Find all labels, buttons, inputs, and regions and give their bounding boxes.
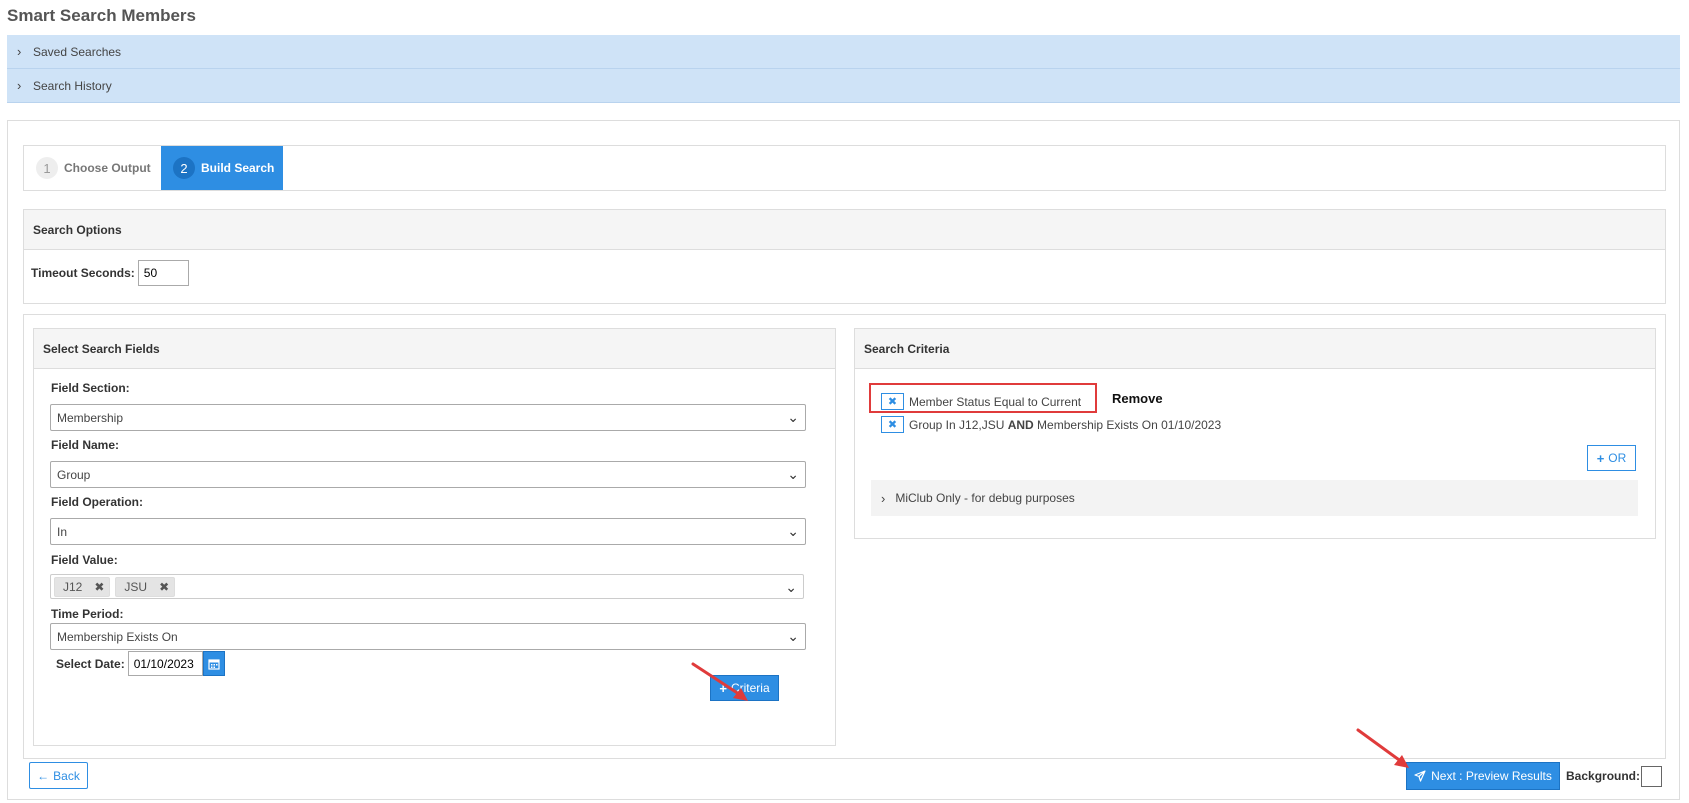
wizard-steps: 1 Choose Output 2 Build Search bbox=[23, 145, 1666, 191]
chevron-down-icon: ⌄ bbox=[785, 579, 797, 595]
chevron-right-icon: › bbox=[17, 44, 22, 59]
select-value: Membership bbox=[57, 410, 124, 425]
remove-criteria-icon[interactable]: ✖ bbox=[881, 416, 904, 433]
arrow-annotation-icon bbox=[1356, 728, 1409, 768]
accordion-label: Search History bbox=[33, 78, 112, 93]
add-or-button[interactable]: + OR bbox=[1587, 445, 1636, 471]
step-label: Choose Output bbox=[64, 161, 151, 175]
accordion-search-history[interactable]: › Search History bbox=[7, 69, 1680, 103]
criteria-text-pre: Group In J12,JSU bbox=[909, 417, 1008, 432]
next-preview-results-button[interactable]: Next : Preview Results bbox=[1406, 762, 1560, 790]
timeout-label: Timeout Seconds: bbox=[31, 266, 135, 280]
chevron-right-icon: › bbox=[17, 78, 22, 93]
criteria-and: AND bbox=[1007, 417, 1034, 432]
step-label: Build Search bbox=[201, 161, 275, 175]
field-operation-label: Field Operation: bbox=[51, 495, 144, 509]
arrow-left-icon: ← bbox=[37, 768, 50, 783]
background-checkbox[interactable] bbox=[1641, 766, 1662, 787]
field-name-label: Field Name: bbox=[51, 438, 120, 452]
field-value-label: Field Value: bbox=[51, 553, 118, 567]
chevron-down-icon: ⌄ bbox=[787, 523, 799, 539]
calendar-icon[interactable] bbox=[202, 651, 225, 676]
tag-label: JSU bbox=[124, 579, 148, 594]
timeout-input[interactable] bbox=[137, 260, 189, 286]
tab-build-search[interactable]: 2 Build Search bbox=[161, 146, 283, 190]
remove-tag-icon[interactable]: ✖ bbox=[94, 580, 104, 594]
value-tag: JSU ✖ bbox=[115, 576, 176, 597]
field-section-select[interactable]: Membership ⌄ bbox=[50, 404, 806, 431]
highlight-box bbox=[869, 383, 1097, 413]
field-name-select[interactable]: Group ⌄ bbox=[50, 461, 806, 488]
background-label: Background: bbox=[1566, 769, 1641, 783]
time-period-label: Time Period: bbox=[51, 607, 124, 621]
field-operation-select[interactable]: In ⌄ bbox=[50, 518, 806, 545]
select-value: Group bbox=[57, 467, 91, 482]
select-date-input[interactable] bbox=[127, 651, 203, 676]
debug-accordion[interactable]: › MiClub Only - for debug purposes bbox=[871, 480, 1638, 516]
chevron-right-icon: › bbox=[881, 490, 886, 506]
search-options-panel: Search Options Timeout Seconds: bbox=[23, 209, 1666, 304]
page-title: Smart Search Members bbox=[7, 6, 196, 25]
time-period-select[interactable]: Membership Exists On ⌄ bbox=[50, 623, 806, 650]
select-value: In bbox=[57, 524, 68, 539]
panel-heading: Search Options bbox=[24, 210, 1665, 250]
accordion-saved-searches[interactable]: › Saved Searches bbox=[7, 35, 1680, 69]
select-value: Membership Exists On bbox=[57, 629, 178, 644]
tag-label: J12 bbox=[63, 579, 83, 594]
send-icon bbox=[1414, 770, 1426, 782]
remove-tag-icon[interactable]: ✖ bbox=[159, 580, 169, 594]
button-label: Back bbox=[53, 768, 80, 783]
arrow-annotation-icon bbox=[691, 662, 748, 701]
step-number: 1 bbox=[36, 157, 58, 179]
remove-annotation: Remove bbox=[1112, 391, 1163, 406]
step-number: 2 bbox=[173, 157, 195, 179]
field-value-multiselect[interactable]: J12 ✖ JSU ✖ ⌄ bbox=[50, 574, 804, 599]
tab-choose-output[interactable]: 1 Choose Output bbox=[36, 146, 151, 190]
button-label: Next : Preview Results bbox=[1431, 769, 1552, 783]
select-date-label: Select Date: bbox=[56, 656, 125, 671]
panel-heading: Select Search Fields bbox=[34, 329, 835, 369]
back-button[interactable]: ← Back bbox=[29, 762, 88, 789]
button-label: OR bbox=[1608, 451, 1627, 465]
criteria-text-post: Membership Exists On 01/10/2023 bbox=[1033, 417, 1222, 432]
panel-heading: Search Criteria bbox=[855, 329, 1655, 369]
chevron-down-icon: ⌄ bbox=[787, 628, 799, 644]
value-tag: J12 ✖ bbox=[54, 576, 111, 597]
criteria-item: ✖ Group In J12,JSU AND Membership Exists… bbox=[881, 416, 1221, 433]
select-date-row: Select Date: bbox=[56, 651, 225, 676]
timeout-row: Timeout Seconds: bbox=[31, 260, 189, 286]
chevron-down-icon: ⌄ bbox=[787, 409, 799, 425]
accordion-label: Saved Searches bbox=[33, 44, 122, 59]
plus-icon: + bbox=[1596, 450, 1605, 466]
chevron-down-icon: ⌄ bbox=[787, 466, 799, 482]
field-section-label: Field Section: bbox=[51, 381, 130, 395]
debug-label: MiClub Only - for debug purposes bbox=[895, 491, 1075, 505]
